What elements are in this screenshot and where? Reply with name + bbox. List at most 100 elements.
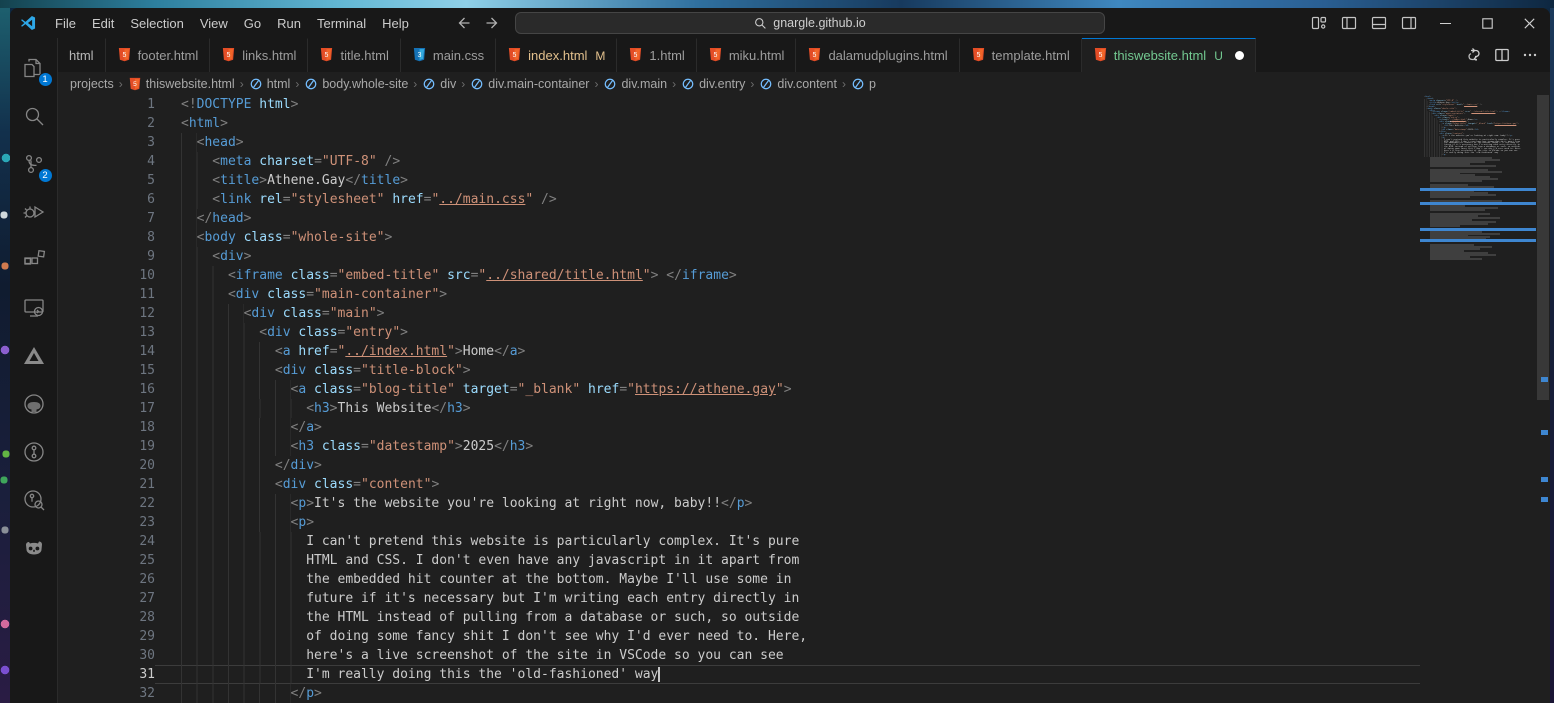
- line-number[interactable]: 25: [58, 551, 155, 570]
- code-line[interactable]: 31I'm really doing this the 'old-fashion…: [58, 665, 1420, 684]
- line-number[interactable]: 5: [58, 171, 155, 190]
- menu-edit[interactable]: Edit: [84, 13, 122, 34]
- tab-1.html[interactable]: 51.html: [617, 38, 696, 72]
- breadcrumb-item-div.main-container[interactable]: div.main-container: [470, 77, 589, 91]
- code-line[interactable]: 8<body class="whole-site">: [58, 228, 1420, 247]
- breadcrumb-item-p[interactable]: p: [851, 77, 876, 91]
- line-number[interactable]: 3: [58, 133, 155, 152]
- tab-html[interactable]: html: [58, 38, 106, 72]
- breadcrumb-item-body.whole-site[interactable]: body.whole-site: [304, 77, 408, 91]
- breadcrumb-item-html[interactable]: html: [249, 77, 291, 91]
- line-number[interactable]: 9: [58, 247, 155, 266]
- tab-title.html[interactable]: 5title.html: [308, 38, 400, 72]
- line-number[interactable]: 1: [58, 95, 155, 114]
- activity-gitlens-inspect-icon[interactable]: [10, 476, 58, 524]
- code-line[interactable]: 29of doing some fancy shit I don't see w…: [58, 627, 1420, 646]
- code-line[interactable]: 13<div class="entry">: [58, 323, 1420, 342]
- code-line[interactable]: 7</head>: [58, 209, 1420, 228]
- menu-file[interactable]: File: [47, 13, 84, 34]
- menu-selection[interactable]: Selection: [122, 13, 191, 34]
- editor-scrollbar[interactable]: [1536, 95, 1550, 703]
- code-line[interactable]: 17<h3>This Website</h3>: [58, 399, 1420, 418]
- menu-terminal[interactable]: Terminal: [309, 13, 374, 34]
- activity-gitlens-icon[interactable]: [10, 428, 58, 476]
- line-number[interactable]: 29: [58, 627, 155, 646]
- code-line[interactable]: 28the HTML instead of pulling from a dat…: [58, 608, 1420, 627]
- tab-main.css[interactable]: 3main.css: [401, 38, 496, 72]
- tab-miku.html[interactable]: 5miku.html: [697, 38, 797, 72]
- code-line[interactable]: 22<p>It's the website you're looking at …: [58, 494, 1420, 513]
- line-number[interactable]: 17: [58, 399, 155, 418]
- tab-footer.html[interactable]: 5footer.html: [106, 38, 211, 72]
- code-line[interactable]: 2<html>: [58, 114, 1420, 133]
- command-center-search[interactable]: gnargle.github.io: [515, 12, 1105, 34]
- activity-github-icon[interactable]: [10, 380, 58, 428]
- line-number[interactable]: 14: [58, 342, 155, 361]
- line-number[interactable]: 20: [58, 456, 155, 475]
- code-line[interactable]: 10<iframe class="embed-title" src="../sh…: [58, 266, 1420, 285]
- menu-go[interactable]: Go: [236, 13, 269, 34]
- line-number[interactable]: 16: [58, 380, 155, 399]
- close-button[interactable]: [1508, 8, 1550, 38]
- code-line[interactable]: 23<p>: [58, 513, 1420, 532]
- code-line[interactable]: 5<title>Athene.Gay</title>: [58, 171, 1420, 190]
- breadcrumb-item-div[interactable]: div: [422, 77, 456, 91]
- line-number[interactable]: 12: [58, 304, 155, 323]
- line-number[interactable]: 26: [58, 570, 155, 589]
- more-actions-icon[interactable]: [1518, 43, 1542, 67]
- activity-search-icon[interactable]: [10, 92, 58, 140]
- code-line[interactable]: 25HTML and CSS. I don't even have any ja…: [58, 551, 1420, 570]
- code-line[interactable]: 20</div>: [58, 456, 1420, 475]
- code-line[interactable]: 14<a href="../index.html">Home</a>: [58, 342, 1420, 361]
- open-changes-icon[interactable]: [1462, 43, 1486, 67]
- go-back-icon[interactable]: [455, 15, 471, 31]
- code-line[interactable]: 27future if it's necessary but I'm writi…: [58, 589, 1420, 608]
- menu-help[interactable]: Help: [374, 13, 417, 34]
- customize-layout-icon[interactable]: [1304, 8, 1334, 38]
- breadcrumb-item-projects[interactable]: projects: [70, 77, 114, 91]
- code-line[interactable]: 3<head>: [58, 133, 1420, 152]
- breadcrumb-item-thiswebsite.html[interactable]: 5thiswebsite.html: [128, 77, 235, 91]
- line-number[interactable]: 7: [58, 209, 155, 228]
- line-number[interactable]: 21: [58, 475, 155, 494]
- code-line[interactable]: 9<div>: [58, 247, 1420, 266]
- code-line[interactable]: 1<!DOCTYPE html>: [58, 95, 1420, 114]
- line-number[interactable]: 10: [58, 266, 155, 285]
- tab-index.html[interactable]: 5index.htmlM: [496, 38, 617, 72]
- line-number[interactable]: 31: [58, 665, 155, 684]
- activity-remote-explorer-icon[interactable]: [10, 284, 58, 332]
- code-line[interactable]: 32</p>: [58, 684, 1420, 703]
- line-number[interactable]: 15: [58, 361, 155, 380]
- code-line[interactable]: 4<meta charset="UTF-8" />: [58, 152, 1420, 171]
- tab-thiswebsite.html[interactable]: 5thiswebsite.htmlU: [1082, 38, 1256, 72]
- scrollbar-slider[interactable]: [1537, 95, 1549, 400]
- maximize-button[interactable]: [1466, 8, 1508, 38]
- code-line[interactable]: 6<link rel="stylesheet" href="../main.cs…: [58, 190, 1420, 209]
- toggle-panel-icon[interactable]: [1364, 8, 1394, 38]
- line-number[interactable]: 32: [58, 684, 155, 703]
- code-line[interactable]: 26the embedded hit counter at the bottom…: [58, 570, 1420, 589]
- tab-dirty-dot[interactable]: [1235, 51, 1244, 60]
- code-editor[interactable]: 1<!DOCTYPE html>2<html>3<head>4<meta cha…: [58, 95, 1550, 703]
- activity-extensions-icon[interactable]: [10, 236, 58, 284]
- line-number[interactable]: 30: [58, 646, 155, 665]
- toggle-primary-sidebar-icon[interactable]: [1334, 8, 1364, 38]
- code-line[interactable]: 19<h3 class="datestamp">2025</h3>: [58, 437, 1420, 456]
- activity-source-control-icon[interactable]: 2: [10, 140, 58, 188]
- breadcrumb-item-div.content[interactable]: div.content: [759, 77, 837, 91]
- activity-extension-a-logo-icon[interactable]: [10, 332, 58, 380]
- split-editor-icon[interactable]: [1490, 43, 1514, 67]
- code-line[interactable]: 24I can't pretend this website is partic…: [58, 532, 1420, 551]
- go-forward-icon[interactable]: [485, 15, 501, 31]
- activity-explorer-icon[interactable]: 1: [10, 44, 58, 92]
- line-number[interactable]: 27: [58, 589, 155, 608]
- line-number[interactable]: 8: [58, 228, 155, 247]
- code-line[interactable]: 18</a>: [58, 418, 1420, 437]
- breadcrumb-item-div.main[interactable]: div.main: [603, 77, 667, 91]
- code-line[interactable]: 12<div class="main">: [58, 304, 1420, 323]
- line-number[interactable]: 19: [58, 437, 155, 456]
- line-number[interactable]: 28: [58, 608, 155, 627]
- tab-links.html[interactable]: 5links.html: [210, 38, 308, 72]
- line-number[interactable]: 23: [58, 513, 155, 532]
- code-line[interactable]: 30here's a live screenshot of the site i…: [58, 646, 1420, 665]
